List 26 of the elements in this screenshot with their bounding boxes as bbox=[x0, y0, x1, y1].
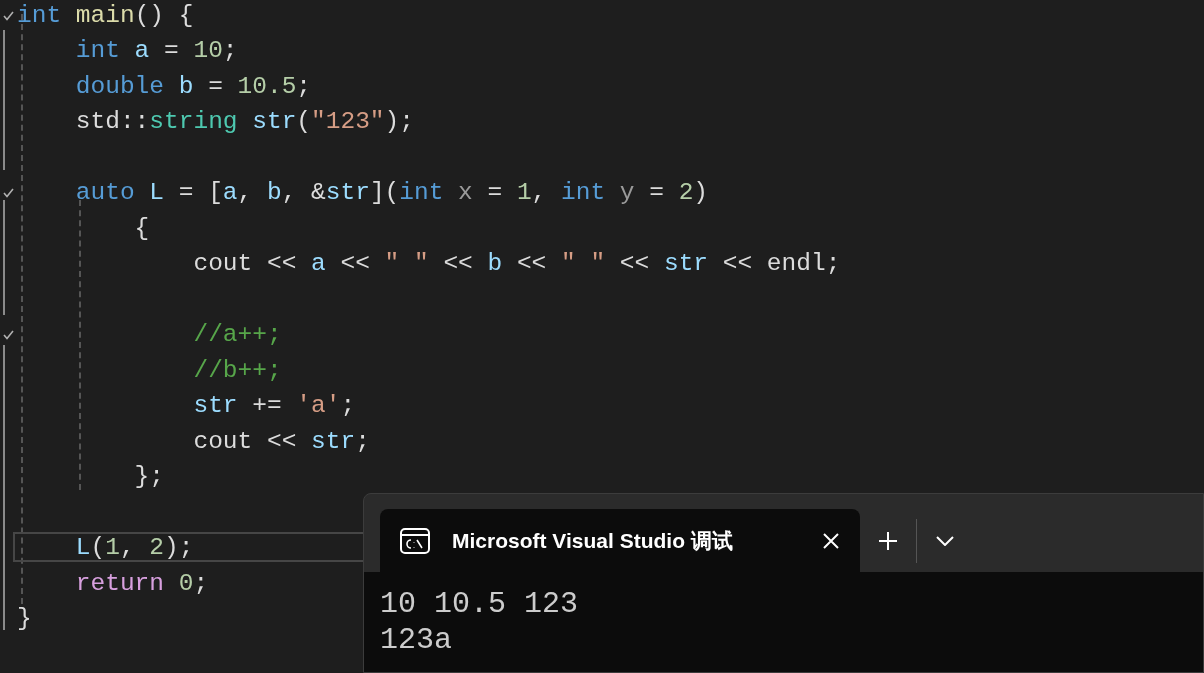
tab-title: Microsoft Visual Studio 调试 bbox=[452, 527, 734, 554]
code-line: double b = 10.5; bbox=[74, 71, 312, 102]
code-line: std::string str("123"); bbox=[74, 107, 414, 138]
code-line: { bbox=[133, 213, 150, 244]
code-line: int a = 10; bbox=[74, 36, 238, 67]
terminal-icon bbox=[400, 527, 430, 554]
check-icon[interactable] bbox=[3, 188, 14, 199]
code-line: //b++; bbox=[192, 355, 282, 386]
code-line: int main() { bbox=[17, 0, 194, 31]
code-line: cout << a << " " << b << " " << str << endl; bbox=[192, 249, 841, 280]
code-line: auto L = [a, b, &str](int x = 1, int y = 2) bbox=[74, 178, 709, 209]
console-output-line: 123a bbox=[380, 622, 452, 658]
code-line: //a++; bbox=[192, 320, 282, 351]
code-line: str += 'a'; bbox=[192, 391, 356, 422]
chevron-down-icon[interactable] bbox=[936, 535, 954, 546]
code-line: L(1, 2); bbox=[74, 533, 194, 564]
console-tab[interactable]: Microsoft Visual Studio 调试 bbox=[380, 509, 860, 572]
close-icon[interactable] bbox=[822, 531, 840, 550]
check-icon[interactable] bbox=[3, 10, 14, 21]
console-output-line: 10 10.5 123 bbox=[380, 586, 579, 622]
check-icon[interactable] bbox=[3, 330, 14, 341]
code-line: return 0; bbox=[74, 568, 209, 599]
code-line: }; bbox=[133, 462, 165, 493]
code-line: } bbox=[17, 604, 32, 635]
plus-icon[interactable] bbox=[878, 530, 898, 551]
code-line: cout << str; bbox=[192, 426, 370, 457]
